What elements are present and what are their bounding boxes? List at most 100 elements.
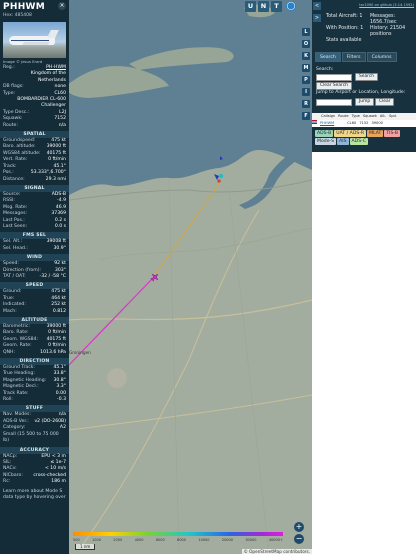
column-header[interactable]: Squawk [360,113,377,120]
detail-value: -32 / -58 °C [39,273,66,279]
messages-label: Messages: [370,14,396,19]
globe-icon[interactable]: ◯ [286,1,296,11]
info-value: BOMBARDIER CL-600 Challenger [17,97,66,109]
map-canvas[interactable] [69,0,312,554]
info-value: Kingdom of the Netherlands [30,71,66,83]
aircraft-list-panel: < > tar1090 on github (3.14.1592) Total … [312,0,416,554]
detail-key: Roll: [3,397,13,403]
detail-row: Last Seen: 0.0 s [0,224,69,230]
column-header[interactable]: Route [335,113,348,120]
altitude-legend-labels: 500 1000 2000 4000 6000 8000 10000 20000 30000 40… [73,538,283,542]
altitude-legend-label: 1000 [92,538,101,542]
detail-key: Distance: [3,176,25,182]
panel-tabs: Search Filters Columns [315,52,397,62]
aircraft-details: Reg.: PH-HWM Kingdom of the Netherlands DB … [0,65,69,129]
layer-button-r[interactable]: R [302,100,310,108]
photo-credit: Image © Jesus Erard [3,59,43,64]
tab-columns[interactable]: Columns [366,52,397,62]
layer-button-k[interactable]: K [302,52,310,60]
map-button-n[interactable]: N [258,1,269,12]
detail-key: Small (15 500 to 75 000 lb) [3,431,59,444]
altitude-legend-label: 500 [73,538,80,542]
info-row: Kingdom of the Netherlands [0,71,69,84]
map-button-u[interactable]: U [245,1,256,12]
detail-row: Mach: 0.812 [0,309,69,315]
detail-row: Small (15 500 to 75 000 lb) [0,432,69,445]
row-type: CL60 [347,121,357,125]
layer-button-o[interactable]: O [302,40,310,48]
altitude-color-legend [73,532,283,536]
detail-row: QNH: 1013.6 hPa [0,350,69,356]
layer-button-i[interactable]: I [302,88,310,96]
photo-stripe [11,40,49,42]
detail-value: 30.9° [53,245,66,251]
source-chip: ADS-B [315,130,334,137]
section-header-direction[interactable]: DIRECTION [0,358,69,366]
source-chip: TIS-B [384,130,401,137]
detail-value: 0.0 s [54,223,66,229]
layer-button-f[interactable]: F [302,112,310,120]
map-attribution: © OpenStreetMap contributors. [241,549,312,554]
jump-button[interactable]: Jump [355,98,375,106]
map-view[interactable]: U N T ◯ L O K M P I R F Groningen + − 50… [69,0,312,554]
layer-button-p[interactable]: P [302,76,310,84]
tab-search[interactable]: Search [315,52,341,62]
column-header[interactable]: Type [349,113,360,120]
altitude-legend-label: 40000+ [268,538,283,542]
detail-value: 29.3 nmi [45,176,66,182]
photo-tail [47,30,59,38]
aircraft-info-panel: PHHWM Hex: 485408 × Image © Jesus Erard … [0,0,69,554]
info-key: Route: [3,122,18,128]
clear-button[interactable]: Clear [375,98,395,106]
altitude-legend-label: 8000 [177,538,187,542]
history: History: 21504 positions [370,26,406,37]
footer-hint: Learn more about Mode S data type by hov… [3,488,66,500]
collapse-left-icon[interactable]: < [313,2,321,10]
clear-search-button[interactable]: Clear Search [316,82,352,90]
search-button[interactable]: Search [355,73,379,81]
altitude-legend-label: 4000 [134,538,144,542]
hex-code: Hex: 485408 [3,13,32,18]
tab-filters[interactable]: Filters [341,52,366,62]
detail-row: TAT / OAT: -32 / -58 °C [0,274,69,280]
zoom-in-button[interactable]: + [294,522,304,532]
detail-sections: SPATIAL Groundspeed: 475 kt Baro. altitude:… [0,131,69,485]
version-link[interactable]: tar1090 on github (3.14.1592) [359,3,414,7]
altitude-legend-label: 6000 [155,538,165,542]
altitude-legend-label: 2000 [113,538,123,542]
aircraft-photo[interactable] [3,22,66,58]
stats-link[interactable]: Stats available [326,38,414,44]
search-label: Search: [316,67,334,72]
row-route [334,120,344,127]
callsign: PHHWM [3,2,46,12]
close-icon[interactable]: × [58,2,66,10]
section-header-accuracy[interactable]: ACCURACY [0,446,69,454]
detail-key: QNH: [3,349,16,355]
row-callsign[interactable]: PHHWM [317,120,334,127]
table-row[interactable]: PHHWM CL60 7152 39000 [312,120,416,127]
panel-blank-area [312,152,416,554]
column-header[interactable]: Callsign [318,113,335,120]
search-input[interactable] [316,74,352,81]
zoom-out-button[interactable]: − [294,534,304,544]
detail-row: Sel. Head.: 30.9° [0,246,69,252]
map-button-t[interactable]: T [271,1,282,12]
column-header[interactable]: Alt. [377,113,386,120]
section-header-spatial[interactable]: SPATIAL [0,131,69,139]
expand-right-icon[interactable]: > [313,14,321,22]
section-header-altitude[interactable]: ALTITUDE [0,317,69,324]
layer-button-l[interactable]: L [302,28,310,36]
detail-key: Last Seen: [3,223,28,229]
info-row: BOMBARDIER CL-600 Challenger [0,97,69,110]
jump-input[interactable] [316,99,352,106]
table-header: Callsign Route Type Squawk Alt. Spd. [312,113,416,120]
detail-value: 186 m [51,479,66,485]
column-header[interactable]: Spd. [386,113,397,120]
detail-row: Distance: 29.3 nmi [0,177,69,183]
stats-block: Total Aircraft: 1 Messages: 1656.7/sec Wi… [326,14,414,44]
source-chip: MLAT [367,130,384,137]
layer-button-m[interactable]: M [302,64,310,72]
photo-wing [21,42,51,45]
source-legend: ADS-B UAT / ADS-R MLAT TIS-B Mode-S AIS ADS-C [315,130,415,145]
section-header-signal[interactable]: SIGNAL [0,184,69,192]
